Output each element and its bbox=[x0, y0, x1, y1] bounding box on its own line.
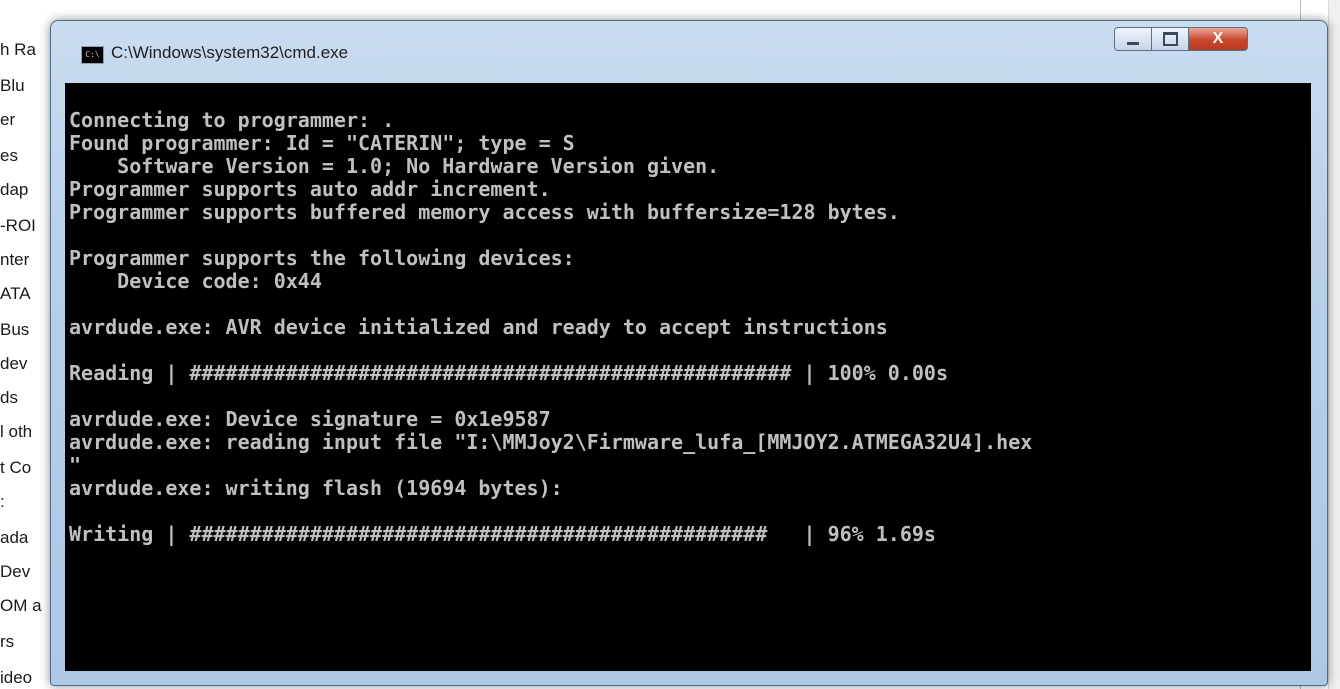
title-bar[interactable]: C:\ C:\Windows\system32\cmd.exe X bbox=[51, 21, 1327, 83]
bg-left-item: dev bbox=[0, 354, 28, 373]
window-title: C:\Windows\system32\cmd.exe bbox=[111, 43, 349, 62]
console-line: Software Version = 1.0; No Hardware Vers… bbox=[69, 154, 720, 178]
bg-left-item: : bbox=[0, 492, 5, 511]
bg-left-item: Bus bbox=[0, 320, 30, 339]
console-line: avrdude.exe: reading input file "I:\MMJo… bbox=[69, 430, 1033, 454]
bg-left-item: OM a bbox=[0, 596, 42, 615]
bg-left-item: dap bbox=[0, 180, 29, 199]
bg-left-item: ds bbox=[0, 388, 18, 407]
console-output[interactable]: Connecting to programmer: . Found progra… bbox=[65, 83, 1311, 671]
console-line: avrdude.exe: writing flash (19694 bytes)… bbox=[69, 476, 563, 500]
bg-left-item: ideo bbox=[0, 668, 33, 687]
console-line: avrdude.exe: AVR device initialized and … bbox=[69, 315, 888, 339]
maximize-icon bbox=[1162, 32, 1178, 46]
bg-left-item: er bbox=[0, 110, 16, 129]
console-line: Programmer supports the following device… bbox=[69, 246, 575, 270]
bg-left-item: nter bbox=[0, 250, 30, 269]
console-line: Reading | ##############################… bbox=[69, 361, 948, 385]
close-button[interactable]: X bbox=[1188, 27, 1248, 51]
cmd-icon[interactable]: C:\ bbox=[81, 46, 104, 64]
console-line: Device code: 0x44 bbox=[69, 269, 322, 293]
maximize-button[interactable] bbox=[1151, 27, 1189, 51]
bg-left-item: ATA bbox=[0, 284, 31, 303]
console-line: Programmer supports auto addr increment. bbox=[69, 177, 551, 201]
console-line: Writing | ##############################… bbox=[69, 522, 936, 546]
console-line: Programmer supports buffered memory acce… bbox=[69, 200, 900, 224]
console-line: Found programmer: Id = "CATERIN"; type =… bbox=[69, 131, 575, 155]
bg-left-item: h Ra bbox=[0, 40, 36, 59]
bg-left-item: ada bbox=[0, 528, 29, 547]
console-line: Connecting to programmer: . bbox=[69, 108, 395, 132]
bg-left-item: Blu bbox=[0, 76, 25, 95]
bg-left-item: -ROI bbox=[0, 216, 36, 235]
bg-left-item: rs bbox=[0, 632, 15, 651]
bg-scrollbar bbox=[1328, 0, 1340, 689]
close-icon: X bbox=[1212, 30, 1224, 47]
bg-left-item: Dev bbox=[0, 562, 31, 581]
console-line: " bbox=[69, 453, 82, 477]
bg-left-item: l oth bbox=[0, 422, 33, 441]
console-line: avrdude.exe: Device signature = 0x1e9587 bbox=[69, 407, 551, 431]
bg-left-item: es bbox=[0, 146, 18, 165]
minimize-icon bbox=[1127, 42, 1139, 45]
minimize-button[interactable] bbox=[1114, 27, 1152, 51]
cmd-window[interactable]: C:\ C:\Windows\system32\cmd.exe X Connec… bbox=[50, 20, 1328, 686]
bg-left-item: t Co bbox=[0, 458, 32, 477]
